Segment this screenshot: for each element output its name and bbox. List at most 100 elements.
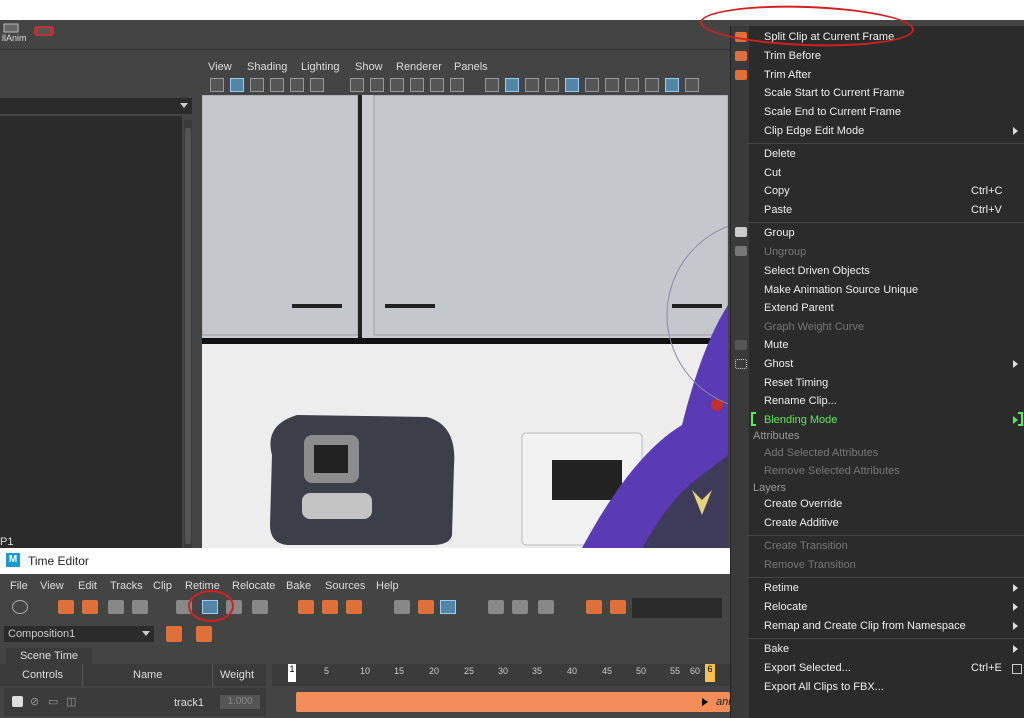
track-name[interactable]: track1 [174, 697, 204, 709]
menu-trim-after[interactable]: Trim After [764, 69, 811, 81]
menu-create-additive[interactable]: Create Additive [764, 517, 839, 529]
te-menu-view[interactable]: View [40, 580, 64, 592]
chevron-down-icon[interactable] [142, 631, 150, 636]
te-menu-relocate[interactable]: Relocate [232, 580, 275, 592]
menu-scale-start[interactable]: Scale Start to Current Frame [764, 87, 905, 99]
track-row[interactable]: ⊘ ▭ ◫ track1 1.000 [4, 688, 266, 716]
menu-cut[interactable]: Cut [764, 167, 781, 179]
current-time-indicator[interactable]: 6 [705, 664, 715, 682]
magnet-icon[interactable] [440, 600, 456, 614]
character-set-icon[interactable] [538, 600, 554, 614]
3d-viewport[interactable] [202, 95, 728, 548]
add-anim-clip-icon[interactable] [82, 600, 98, 614]
menu-trim-before[interactable]: Trim Before [764, 50, 821, 62]
menu-rename-clip[interactable]: Rename Clip... [764, 395, 837, 407]
viewport-menu-panels[interactable]: Panels [454, 61, 488, 73]
track-enable-checkbox[interactable] [12, 696, 23, 707]
menu-copy[interactable]: Copy [764, 185, 790, 197]
te-menu-help[interactable]: Help [376, 580, 399, 592]
time-editor-search[interactable] [632, 598, 722, 618]
composition-select[interactable]: Composition1 [4, 626, 154, 642]
chevron-down-icon[interactable] [180, 103, 188, 108]
tab-scene-time[interactable]: Scene Time [6, 648, 92, 664]
menu-extend-parent[interactable]: Extend Parent [764, 302, 834, 314]
mute-icon[interactable]: ⊘ [30, 695, 39, 708]
new-composition-icon[interactable] [166, 626, 182, 642]
track-weight-field[interactable]: 1.000 [220, 695, 260, 709]
wireframe-icon[interactable] [485, 78, 499, 92]
menu-relocate[interactable]: Relocate [764, 601, 807, 613]
menu-clip-edge-mode[interactable]: Clip Edge Edit Mode [764, 125, 864, 137]
shelf-character-icon[interactable] [32, 22, 58, 46]
xray-joints-icon[interactable] [665, 78, 679, 92]
shelf-tool-icon[interactable]: llAnim [2, 22, 28, 46]
safe-action-icon[interactable] [450, 78, 464, 92]
outliner-filter[interactable] [0, 98, 192, 114]
menu-ghost[interactable]: Ghost [764, 358, 793, 370]
menu-reset-timing[interactable]: Reset Timing [764, 377, 828, 389]
ambient-occlusion-icon[interactable] [625, 78, 639, 92]
lock-icon[interactable]: ▭ [48, 695, 58, 708]
menu-select-driven[interactable]: Select Driven Objects [764, 265, 870, 277]
pan-zoom-icon[interactable] [310, 78, 324, 92]
animation-clip[interactable]: anim_Clip1 [296, 692, 771, 712]
menu-remap-namespace[interactable]: Remap and Create Clip from Namespace [764, 620, 966, 632]
split-left-icon[interactable] [298, 600, 314, 614]
viewport-menu-view[interactable]: View [208, 61, 232, 73]
split-right-icon[interactable] [346, 600, 362, 614]
outliner-list[interactable]: P1 [0, 116, 182, 548]
menu-paste[interactable]: Paste [764, 204, 792, 216]
image-plane-icon[interactable] [270, 78, 284, 92]
split-icon[interactable] [322, 600, 338, 614]
menu-retime[interactable]: Retime [764, 582, 799, 594]
camera-sequencer-icon[interactable] [685, 78, 699, 92]
shadows-icon[interactable] [605, 78, 619, 92]
time-ruler[interactable]: 1 5 10 15 20 25 30 35 40 45 50 55 60 6 [272, 664, 730, 686]
menu-create-override[interactable]: Create Override [764, 498, 842, 510]
field-chart-icon[interactable] [430, 78, 444, 92]
grid-icon[interactable] [350, 78, 364, 92]
ripple-icon[interactable] [394, 600, 410, 614]
default-material-icon[interactable] [525, 78, 539, 92]
trim-left-icon[interactable] [176, 600, 192, 614]
film-gate-icon[interactable] [370, 78, 384, 92]
menu-split-clip[interactable]: Split Clip at Current Frame [764, 31, 894, 43]
menu-scale-end[interactable]: Scale End to Current Frame [764, 106, 901, 118]
duplicate-composition-icon[interactable] [196, 626, 212, 642]
te-menu-sources[interactable]: Sources [325, 580, 365, 592]
menu-bake[interactable]: Bake [764, 643, 789, 655]
camera-attr-icon[interactable] [230, 78, 244, 92]
gate-mask-icon[interactable] [410, 78, 424, 92]
menu-blending-mode[interactable]: Blending Mode [764, 414, 837, 426]
camera-icon[interactable] [210, 78, 224, 92]
te-menu-clip[interactable]: Clip [153, 580, 172, 592]
bookmark-icon[interactable] [250, 78, 264, 92]
scrollbar-thumb[interactable] [185, 128, 191, 544]
outliner-scrollbar[interactable] [184, 120, 192, 548]
scale-clip-icon[interactable] [202, 600, 218, 614]
resolution-gate-icon[interactable] [390, 78, 404, 92]
menu-mute[interactable]: Mute [764, 339, 788, 351]
grease-pencil-icon[interactable] [290, 78, 304, 92]
te-menu-file[interactable]: File [10, 580, 28, 592]
viewport-menu-show[interactable]: Show [355, 61, 383, 73]
snap-icon[interactable] [418, 600, 434, 614]
te-menu-retime[interactable]: Retime [185, 580, 220, 592]
option-box-icon[interactable] [1012, 664, 1022, 674]
lights-icon[interactable] [585, 78, 599, 92]
menu-export-selected[interactable]: Export Selected... [764, 662, 851, 674]
te-menu-edit[interactable]: Edit [78, 580, 97, 592]
xray-icon[interactable] [565, 78, 579, 92]
ungroup-icon[interactable] [132, 600, 148, 614]
smooth-shade-icon[interactable] [505, 78, 519, 92]
relocate-source-icon[interactable] [610, 600, 626, 614]
te-menu-bake[interactable]: Bake [286, 580, 311, 592]
create-group-icon[interactable] [108, 600, 124, 614]
solo-icon[interactable]: ◫ [66, 695, 76, 708]
edge-mode-icon[interactable] [252, 600, 268, 614]
viewport-menu-renderer[interactable]: Renderer [396, 61, 442, 73]
menu-group[interactable]: Group [764, 227, 795, 239]
mute-all-icon[interactable] [12, 600, 28, 614]
menu-make-unique[interactable]: Make Animation Source Unique [764, 284, 918, 296]
add-clip-icon[interactable] [58, 600, 74, 614]
